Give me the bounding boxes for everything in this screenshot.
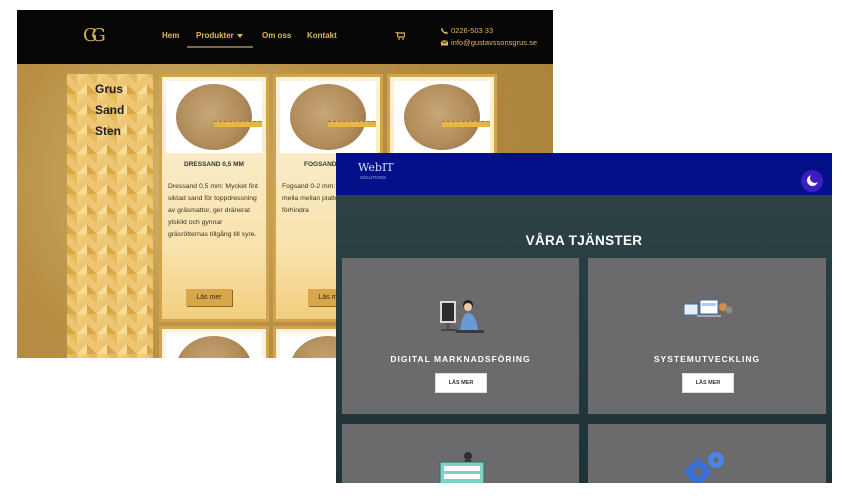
- service-tile-4: [588, 424, 826, 483]
- cart-icon[interactable]: [395, 32, 405, 40]
- nav-item-produkter[interactable]: Produkter: [196, 31, 234, 40]
- contact-email[interactable]: info@gustavssonsgrus.se: [441, 38, 537, 47]
- chevron-down-icon: [237, 34, 243, 38]
- service-title: SYSTEMUTVECKLING: [653, 354, 761, 364]
- product-description: Dressand 0,5 mm: Mycket fint siktad sand…: [168, 183, 258, 238]
- phone-number: 0226-503 33: [451, 26, 494, 35]
- site-header: WebIT SOLUTIONS: [336, 153, 832, 195]
- envelope-icon: [441, 40, 448, 46]
- strip-word-sten: Sten: [95, 124, 122, 138]
- service-tile-digital-marketing: DIGITAL MARKNADSFÖRING LÄS MER: [342, 258, 579, 414]
- nav-item-hem[interactable]: Hem: [162, 31, 179, 40]
- section-title: VÅRA TJÄNSTER: [525, 233, 643, 248]
- person-at-computer-icon: [440, 300, 484, 333]
- phone-icon: [441, 28, 448, 35]
- service-tile-system-development: SYSTEMUTVECKLING LÄS MER: [588, 258, 826, 414]
- read-more-button[interactable]: LÄS MER: [682, 373, 734, 393]
- webit-logo[interactable]: WebIT: [358, 161, 394, 174]
- contact-phone[interactable]: 0226-503 33: [441, 26, 493, 35]
- strip-word-sand: Sand: [95, 103, 125, 117]
- nav-item-kontakt[interactable]: Kontakt: [307, 31, 337, 40]
- email-address: info@gustavssonsgrus.se: [451, 38, 537, 47]
- strip-word-grus: Grus: [95, 82, 124, 96]
- product-card-dressand: DRESSAND 0,5 MM Dressand 0,5 mm: Mycket …: [159, 74, 269, 322]
- product-image: [166, 81, 262, 153]
- read-more-button[interactable]: LÄS MER: [435, 373, 487, 393]
- ruler-icon: [328, 121, 376, 127]
- product-image: [394, 81, 490, 153]
- webit-logo-subtitle: SOLUTIONS: [360, 175, 387, 180]
- product-title: DRESSAND 0,5 MM: [184, 161, 244, 168]
- read-more-button[interactable]: Läs mer: [186, 289, 232, 306]
- top-navbar: GG Hem Produkter Om oss Kontakt 0226-503…: [17, 10, 553, 64]
- active-nav-indicator: [187, 46, 253, 48]
- product-card-row2-1: [159, 326, 269, 358]
- theme-toggle-button[interactable]: [801, 170, 823, 192]
- service-title: DIGITAL MARKNADSFÖRING: [390, 354, 531, 364]
- server-rack-icon: [439, 452, 485, 483]
- nav-item-om-oss[interactable]: Om oss: [262, 31, 291, 40]
- ruler-icon: [214, 121, 262, 127]
- gears-icon: [684, 452, 724, 483]
- site-logo[interactable]: GG: [83, 25, 113, 47]
- ruler-icon: [442, 121, 490, 127]
- webit-screenshot: WebIT SOLUTIONS VÅRA TJÄNSTER DIGITAL MA…: [336, 153, 832, 483]
- service-tile-3: [342, 424, 579, 483]
- product-image: [280, 81, 376, 153]
- devices-icon: [683, 299, 733, 317]
